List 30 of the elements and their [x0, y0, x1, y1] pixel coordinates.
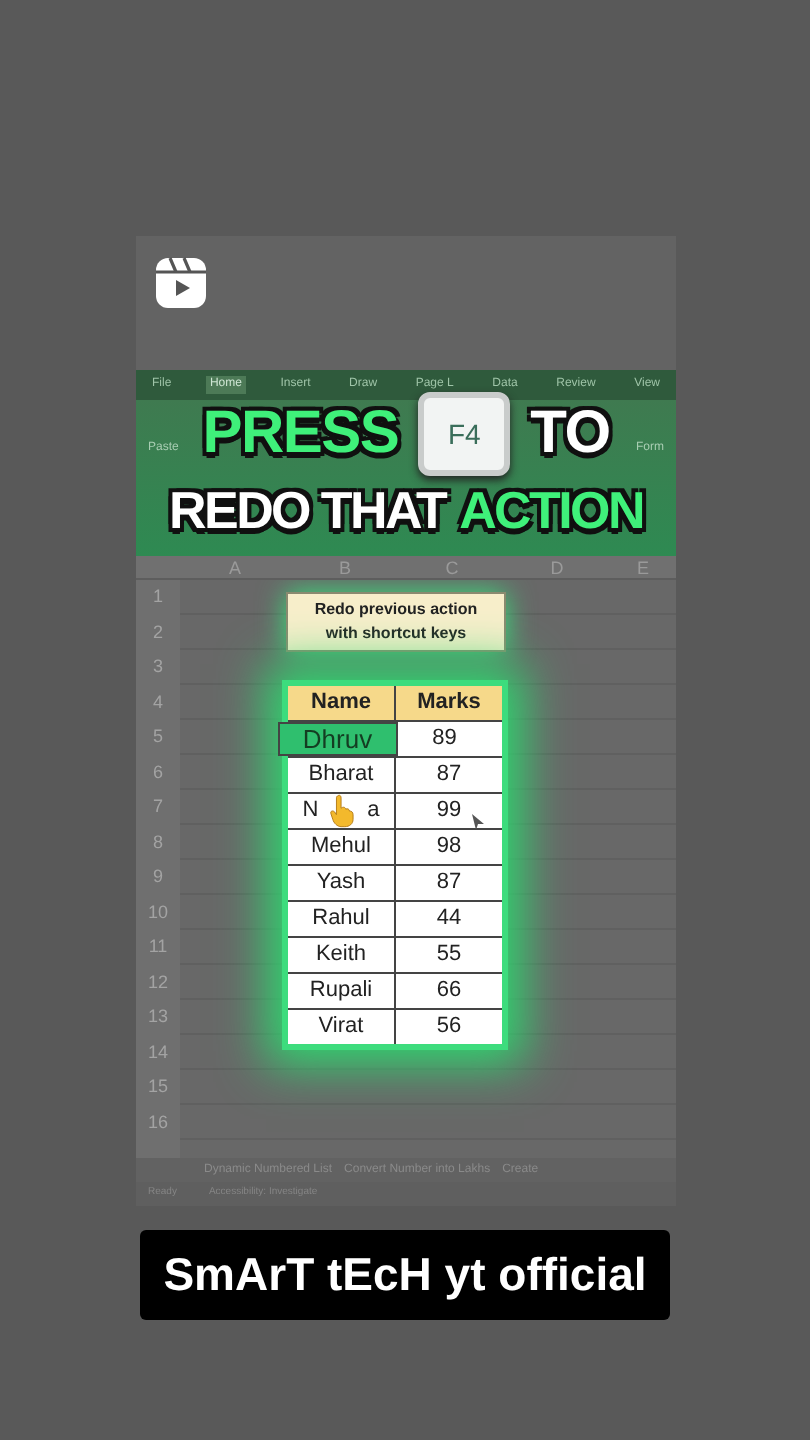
column-heading: Name: [288, 686, 396, 720]
pointing-hand-icon: [330, 794, 354, 828]
name-cell: Bharat: [288, 758, 396, 792]
reels-icon: [154, 256, 208, 310]
marks-cell-text: 87: [436, 760, 462, 790]
name-cell: Dhruv: [278, 722, 397, 756]
marks-cell-text: 87: [436, 868, 462, 898]
marks-cell-text: 44: [436, 904, 462, 934]
headline-text: ACTION: [459, 484, 643, 536]
name-cell: Yash: [288, 866, 396, 900]
marks-cell-text: 56: [436, 1012, 462, 1042]
cursor-icon: [472, 814, 484, 830]
marks-cell-text: 55: [436, 940, 462, 970]
callout-text: Redo previous action: [314, 598, 478, 622]
channel-caption: SmArT tEcH yt official: [139, 1230, 671, 1319]
name-cell: Rahul: [288, 902, 396, 936]
column-heading: Marks: [415, 688, 483, 718]
marks-cell-text: 98: [436, 832, 462, 862]
marks-cell-text: 89: [432, 724, 457, 754]
f4-key: F4: [418, 392, 511, 476]
headline-text: TO: [530, 404, 610, 464]
name-cell: Rupali: [288, 974, 396, 1008]
marks-cell-text: 66: [436, 976, 462, 1006]
name-cell: Mehul: [288, 830, 396, 864]
name-cell: Keith: [288, 938, 396, 972]
headline-text: PRESS: [202, 404, 399, 464]
marks-cell-text: 99: [436, 796, 462, 826]
name-cell: Virat: [288, 1010, 396, 1044]
callout-text: with shortcut keys: [325, 622, 467, 646]
headline-text: REDO THAT: [169, 484, 446, 536]
